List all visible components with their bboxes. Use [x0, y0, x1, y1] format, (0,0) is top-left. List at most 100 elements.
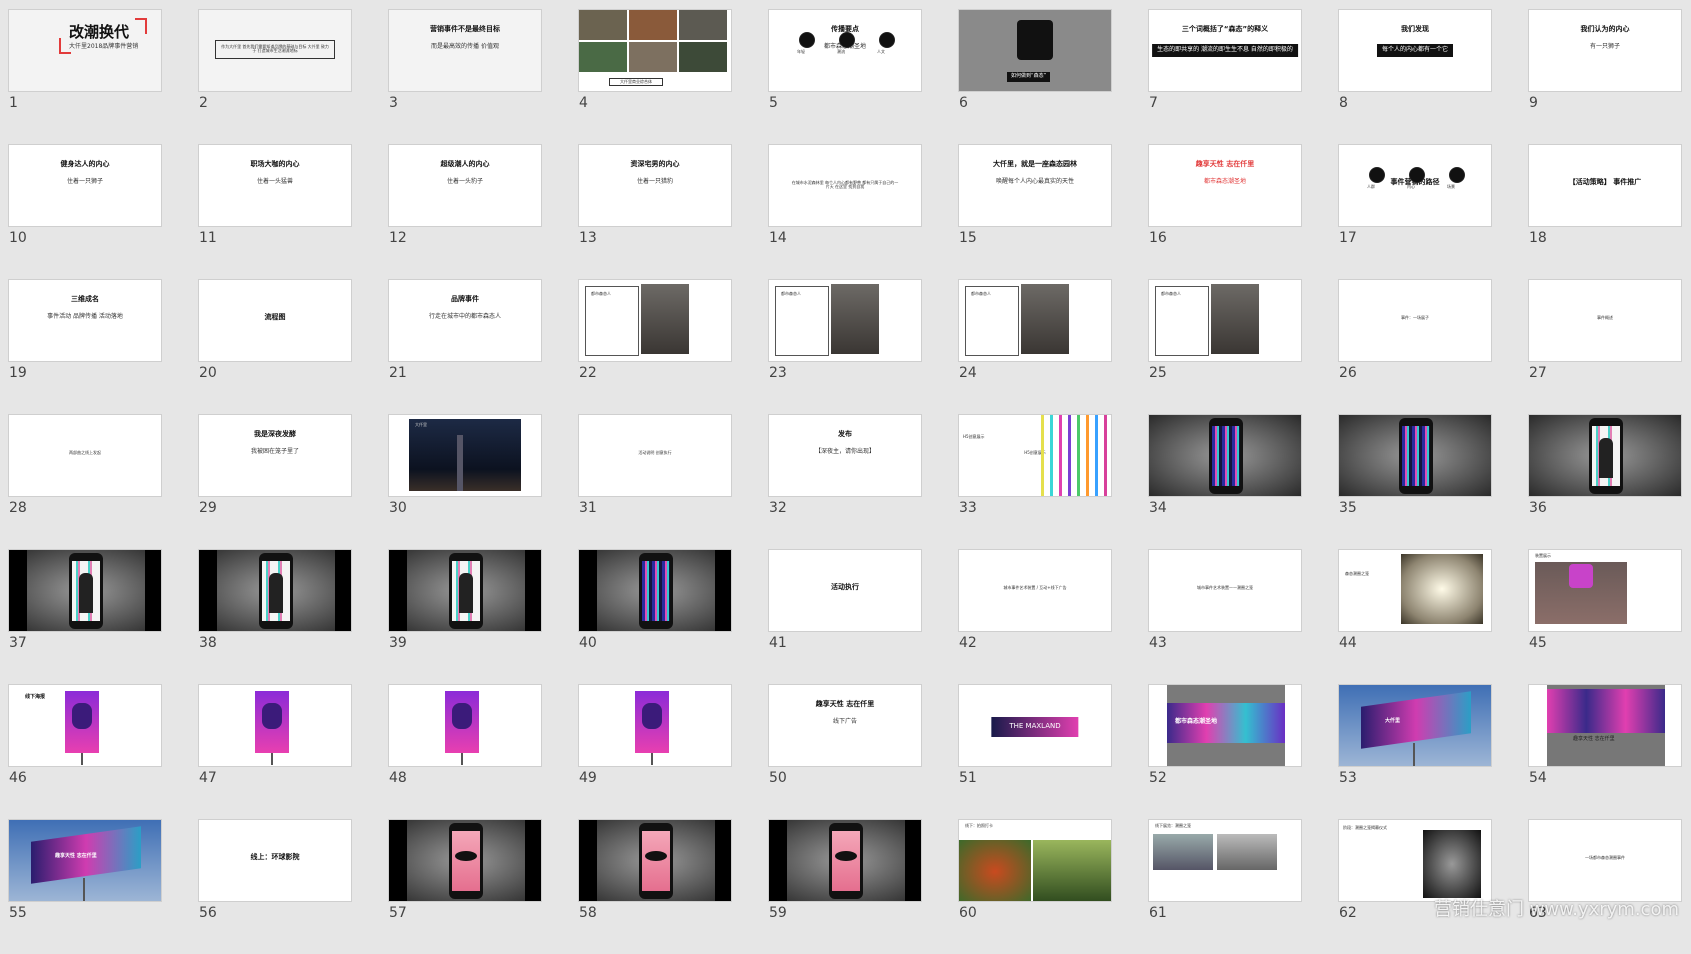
slide-thumbnail[interactable]: 在城市水泥森林里 每个人内心都有野兽 都有只属于自己的一片天 在这里 找到自我 1…: [768, 144, 922, 279]
slide-thumbnail[interactable]: 线上：环球影院 56: [198, 819, 352, 954]
slide-preview[interactable]: 线上：环球影院: [198, 819, 352, 902]
slide-preview[interactable]: 我们发现 每个人的内心都有一个它: [1338, 9, 1492, 92]
slide-thumbnail[interactable]: 48: [388, 684, 542, 819]
slide-preview[interactable]: [578, 549, 732, 632]
slide-thumbnail[interactable]: 三个词概括了“森态”的释义 生态的即共享的 潮流的即生生不息 自然的即积极的 7: [1148, 9, 1302, 144]
slide-thumbnail[interactable]: 改潮换代 大仟里2018品牌事件营销 1: [8, 9, 162, 144]
slide-thumbnail[interactable]: 活动说明 创意执行 31: [578, 414, 732, 549]
slide-thumbnail[interactable]: 传播要点都市森态潮圣地年轻潮流人文5: [768, 9, 922, 144]
slide-preview[interactable]: 在城市水泥森林里 每个人内心都有野兽 都有只属于自己的一片天 在这里 找到自我: [768, 144, 922, 227]
slide-thumbnail[interactable]: THE MAXLAND 51: [958, 684, 1112, 819]
slide-preview[interactable]: 都市森态潮圣地: [1148, 684, 1302, 767]
slide-thumbnail[interactable]: 39: [388, 549, 542, 684]
slide-preview[interactable]: [198, 684, 352, 767]
slide-preview[interactable]: 我们认为的内心 有一只狮子: [1528, 9, 1682, 92]
slide-thumbnail[interactable]: 36: [1528, 414, 1682, 549]
slide-thumbnail[interactable]: 49: [578, 684, 732, 819]
slide-preview[interactable]: 趣享天性 志在仟里: [8, 819, 162, 902]
slide-preview[interactable]: [578, 684, 732, 767]
slide-preview[interactable]: 城市事件艺术装置 / 互动+线下广告: [958, 549, 1112, 632]
slide-thumbnail[interactable]: 37: [8, 549, 162, 684]
slide-thumbnail[interactable]: 大仟里大仟里 30: [388, 414, 542, 549]
slide-thumbnail[interactable]: 阶段：潮圈之笼揭幕仪式 62: [1338, 819, 1492, 954]
slide-preview[interactable]: 【活动策略】 事件推广: [1528, 144, 1682, 227]
slide-thumbnail[interactable]: 趣享天性 志在仟里 55: [8, 819, 162, 954]
slide-preview[interactable]: [1148, 414, 1302, 497]
slide-preview[interactable]: 大仟里商业综合体: [578, 9, 732, 92]
slide-thumbnail[interactable]: 我是深夜发酵 我被困在笼子里了 29: [198, 414, 352, 549]
slide-preview[interactable]: 活动执行: [768, 549, 922, 632]
slide-preview[interactable]: 品牌事件 行走在城市中的都市森态人: [388, 279, 542, 362]
slide-preview[interactable]: 我是深夜发酵 我被困在笼子里了: [198, 414, 352, 497]
slide-thumbnail[interactable]: 40: [578, 549, 732, 684]
slide-preview[interactable]: 超级潮人的内心 住着一头豹子: [388, 144, 542, 227]
slide-preview[interactable]: [768, 819, 922, 902]
slide-thumbnail[interactable]: 线下展览：潮圈之笼 61: [1148, 819, 1302, 954]
slide-thumbnail[interactable]: 如何做到“森态” 6: [958, 9, 1112, 144]
slide-thumbnail[interactable]: 我们认为的内心 有一只狮子 9: [1528, 9, 1682, 144]
slide-preview[interactable]: 趣享天性 志在仟里 线下广告: [768, 684, 922, 767]
slide-preview[interactable]: 如何做到“森态”: [958, 9, 1112, 92]
slide-thumbnail[interactable]: 资深宅男的内心 住着一只猎豹 13: [578, 144, 732, 279]
slide-thumbnail[interactable]: 都市森态人 23: [768, 279, 922, 414]
slide-thumbnail[interactable]: 都市森态人 24: [958, 279, 1112, 414]
slide-preview[interactable]: 都市森态人: [768, 279, 922, 362]
slide-preview[interactable]: 职场大咖的内心 住着一头猛兽: [198, 144, 352, 227]
slide-thumbnail[interactable]: 超级潮人的内心 住着一头豹子 12: [388, 144, 542, 279]
slide-preview[interactable]: 一场都市森态潮圈事件: [1528, 819, 1682, 902]
slide-thumbnail[interactable]: 58: [578, 819, 732, 954]
slide-thumbnail[interactable]: 57: [388, 819, 542, 954]
slide-thumbnail[interactable]: 发布 【深夜主，请你出现】 32: [768, 414, 922, 549]
slide-preview[interactable]: [1528, 414, 1682, 497]
slide-preview[interactable]: 事件：一场展子: [1338, 279, 1492, 362]
slide-preview[interactable]: 趣享天性 志在仟里 都市森态潮圣地: [1148, 144, 1302, 227]
slide-preview[interactable]: THE MAXLAND: [958, 684, 1112, 767]
slide-preview[interactable]: [388, 549, 542, 632]
slide-thumbnail[interactable]: 都市森态潮圣地 52: [1148, 684, 1302, 819]
slide-thumbnail[interactable]: 事件概述 27: [1528, 279, 1682, 414]
slide-thumbnail[interactable]: 34: [1148, 414, 1302, 549]
slide-preview[interactable]: 阶段：潮圈之笼揭幕仪式: [1338, 819, 1492, 902]
slide-preview[interactable]: 营销事件不是最终目标 而是最高效的传播 价值观: [388, 9, 542, 92]
slide-preview[interactable]: 改潮换代 大仟里2018品牌事件营销: [8, 9, 162, 92]
slide-preview[interactable]: 都市森态人: [958, 279, 1112, 362]
slide-preview[interactable]: 趣享天性 志在仟里: [1528, 684, 1682, 767]
slide-thumbnail[interactable]: 线下海报 46: [8, 684, 162, 819]
slide-preview[interactable]: 都市森态人: [1148, 279, 1302, 362]
slide-preview[interactable]: 事件营销的路径人群内心场景: [1338, 144, 1492, 227]
slide-preview[interactable]: 森态潮圈之笼: [1338, 549, 1492, 632]
slide-preview[interactable]: [1338, 414, 1492, 497]
slide-thumbnail[interactable]: 一场都市森态潮圈事件 63: [1528, 819, 1682, 954]
slide-thumbnail[interactable]: 59: [768, 819, 922, 954]
slide-thumbnail[interactable]: 流程图 20: [198, 279, 352, 414]
slide-thumbnail[interactable]: 大仟里 53: [1338, 684, 1492, 819]
slide-preview[interactable]: 三维成名 事件活动 品牌传播 活动落地: [8, 279, 162, 362]
slide-thumbnail[interactable]: 城市事件艺术装置——潮圈之笼 43: [1148, 549, 1302, 684]
slide-thumbnail[interactable]: 两部曲之线上发起 28: [8, 414, 162, 549]
slide-preview[interactable]: 传播要点都市森态潮圣地年轻潮流人文: [768, 9, 922, 92]
slide-thumbnail[interactable]: 我们发现 每个人的内心都有一个它 8: [1338, 9, 1492, 144]
slide-thumbnail[interactable]: 城市事件艺术装置 / 互动+线下广告 42: [958, 549, 1112, 684]
slide-thumbnail[interactable]: 装置展示 45: [1528, 549, 1682, 684]
slide-thumbnail[interactable]: 活动执行 41: [768, 549, 922, 684]
slide-preview[interactable]: 流程图: [198, 279, 352, 362]
slide-preview[interactable]: 城市事件艺术装置——潮圈之笼: [1148, 549, 1302, 632]
slide-preview[interactable]: 大仟里: [1338, 684, 1492, 767]
slide-preview[interactable]: 作为大仟里 首先我们需要知道品牌的基础与目标 大仟里 致力于 打造城市生活潮流地…: [198, 9, 352, 92]
slide-thumbnail[interactable]: 【活动策略】 事件推广 18: [1528, 144, 1682, 279]
slide-preview[interactable]: [198, 549, 352, 632]
slide-thumbnail[interactable]: 作为大仟里 首先我们需要知道品牌的基础与目标 大仟里 致力于 打造城市生活潮流地…: [198, 9, 352, 144]
slide-preview[interactable]: 发布 【深夜主，请你出现】: [768, 414, 922, 497]
slide-thumbnail[interactable]: 健身达人的内心 住着一只狮子 10: [8, 144, 162, 279]
slide-preview[interactable]: 线下海报: [8, 684, 162, 767]
slide-thumbnail[interactable]: 大仟里，就是一座森态园林 唤醒每个人内心最真实的天性 15: [958, 144, 1112, 279]
slide-thumbnail[interactable]: 职场大咖的内心 住着一头猛兽 11: [198, 144, 352, 279]
slide-preview[interactable]: 三个词概括了“森态”的释义 生态的即共享的 潮流的即生生不息 自然的即积极的: [1148, 9, 1302, 92]
slide-preview[interactable]: 事件概述: [1528, 279, 1682, 362]
slide-thumbnail[interactable]: 三维成名 事件活动 品牌传播 活动落地 19: [8, 279, 162, 414]
slide-thumbnail[interactable]: 森态潮圈之笼 44: [1338, 549, 1492, 684]
slide-preview[interactable]: [388, 684, 542, 767]
slide-thumbnail[interactable]: 趣享天性 志在仟里 线下广告 50: [768, 684, 922, 819]
slide-preview[interactable]: 大仟里大仟里: [388, 414, 542, 497]
slide-preview[interactable]: H5创意展示 H5创意展示: [958, 414, 1112, 497]
